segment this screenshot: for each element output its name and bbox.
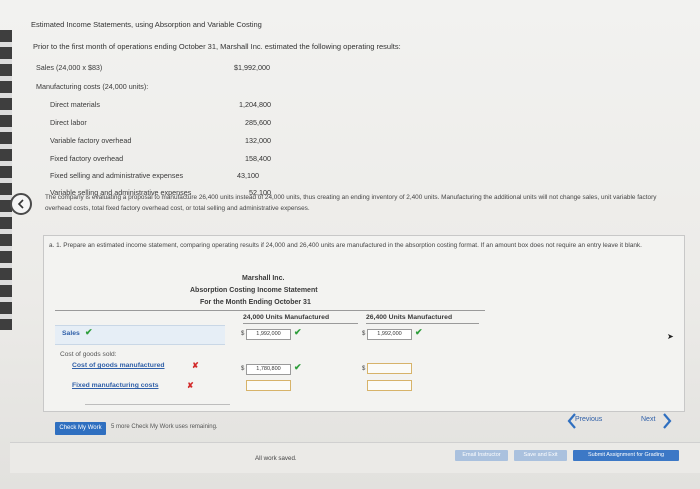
assignment-page: Estimated Income Statements, using Absor… (0, 0, 700, 489)
save-and-exit-button[interactable]: Save and Exit (514, 450, 567, 461)
question-text: a. 1. Prepare an estimated income statem… (49, 242, 642, 249)
fixed-mfg-24000-input[interactable] (246, 380, 291, 391)
cogs-label: Cost of goods sold: (60, 351, 117, 358)
check-icon: ✔ (85, 327, 93, 337)
cogm-26400-input[interactable] (367, 363, 412, 374)
dollar-sign: $ (241, 331, 245, 337)
intro-text: Prior to the first month of operations e… (33, 42, 401, 51)
mfg-costs-label: Manufacturing costs (24,000 units): (36, 82, 149, 91)
variable-overhead-label: Variable factory overhead (50, 136, 132, 145)
check-icon: ✔ (415, 327, 423, 337)
fixed-overhead-label: Fixed factory overhead (50, 154, 124, 163)
sales-row-highlight (55, 325, 225, 345)
check-icon: ✔ (294, 362, 302, 372)
uses-remaining-text: 5 more Check My Work uses remaining. (111, 424, 218, 430)
sales-value: $1,992,000 (234, 63, 270, 72)
chevron-left-icon (17, 199, 24, 209)
company-name: Marshall Inc. (242, 275, 285, 282)
dollar-sign: $ (362, 331, 366, 337)
sales-row-label: Sales (62, 330, 80, 337)
direct-labor-value: 285,600 (245, 118, 271, 127)
submit-assignment-button[interactable]: Submit Assignment for Grading (573, 450, 679, 461)
fixed-mfg-label: Fixed manufacturing costs (72, 382, 159, 389)
column-26400-underline (366, 323, 479, 324)
incorrect-x-icon: ✘ (187, 381, 194, 390)
cogm-24000-input[interactable]: 1,780,800 (246, 364, 291, 375)
mouse-cursor-icon: ➤ (667, 332, 674, 341)
cutoff-row-divider (85, 404, 230, 405)
sales-label: Sales (24,000 x $83) (36, 63, 103, 72)
check-my-work-button[interactable]: Check My Work (55, 422, 106, 435)
left-edge-strip (0, 30, 12, 330)
column-24000-header: 24,000 Units Manufactured (243, 314, 330, 321)
direct-labor-label: Direct labor (50, 118, 87, 127)
fixed-mfg-26400-input[interactable] (367, 380, 412, 391)
direct-materials-value: 1,204,800 (239, 100, 271, 109)
statement-title: Absorption Costing Income Statement (190, 287, 318, 294)
dollar-sign: $ (241, 366, 245, 372)
dollar-sign: $ (362, 366, 366, 372)
save-status: All work saved. (255, 455, 297, 462)
fixed-overhead-value: 158,400 (245, 154, 271, 163)
email-instructor-button[interactable]: Email Instructor (455, 450, 508, 461)
column-24000-underline (243, 323, 358, 324)
direct-materials-label: Direct materials (50, 100, 100, 109)
sales-26400-input[interactable]: 1,992,000 (367, 329, 412, 340)
page-title: Estimated Income Statements, using Absor… (31, 20, 262, 29)
cogm-label: Cost of goods manufactured (72, 362, 165, 369)
sales-24000-input[interactable]: 1,992,000 (246, 329, 291, 340)
problem-description: The company is evaluating a proposal to … (45, 194, 657, 212)
previous-button[interactable]: Previous (575, 416, 602, 423)
fixed-sga-label: Fixed selling and administrative expense… (50, 171, 184, 180)
variable-overhead-value: 132,000 (245, 136, 271, 145)
check-icon: ✔ (294, 327, 302, 337)
back-button[interactable] (10, 193, 32, 215)
statement-period: For the Month Ending October 31 (200, 299, 311, 306)
fixed-sga-value: 43,100 (237, 171, 259, 180)
header-divider (55, 310, 485, 311)
incorrect-x-icon: ✘ (192, 361, 199, 370)
column-26400-header: 26,400 Units Manufactured (366, 314, 453, 321)
next-button[interactable]: Next (641, 416, 655, 423)
chevron-right-icon[interactable] (660, 412, 674, 430)
